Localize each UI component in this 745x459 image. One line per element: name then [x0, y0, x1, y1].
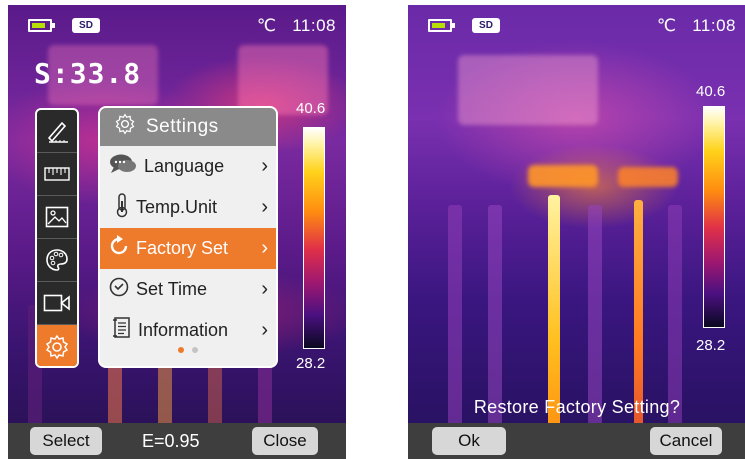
- page-dot: [192, 347, 199, 353]
- bottom-soft-key-bar: Ok Cancel: [408, 423, 745, 459]
- palette-icon[interactable]: [37, 239, 77, 282]
- menu-item-set-time[interactable]: Set Time ›: [100, 269, 276, 310]
- menu-item-label: Set Time: [136, 279, 208, 299]
- cancel-button[interactable]: Cancel: [650, 427, 722, 455]
- sd-card-icon: SD: [472, 18, 500, 33]
- scale-max-label: 40.6: [696, 83, 726, 100]
- temperature-unit: ℃: [656, 16, 676, 35]
- chevron-right-icon: ›: [261, 155, 268, 177]
- ok-button[interactable]: Ok: [432, 427, 506, 455]
- gear-icon: [114, 113, 136, 141]
- menu-item-label: Factory Set: [136, 238, 229, 258]
- chevron-right-icon: ›: [261, 196, 268, 218]
- select-button[interactable]: Select: [30, 427, 102, 455]
- menu-item-label: Temp.Unit: [136, 197, 218, 217]
- scale-max-label: 40.6: [296, 100, 326, 117]
- scale-min-label: 28.2: [296, 355, 326, 372]
- clock-time: 11:08: [292, 16, 336, 35]
- thermometer-icon: [114, 192, 130, 223]
- thermal-image: [408, 5, 745, 459]
- battery-icon: [28, 19, 55, 32]
- menu-item-label: Language: [144, 156, 225, 176]
- camera-screen-settings: SD ℃ 11:08 S:33.8 40.6 28.2 Settings Lan…: [8, 5, 346, 459]
- speech-bubble-icon: [108, 153, 138, 180]
- color-scale-bar: [303, 127, 325, 349]
- chevron-right-icon: ›: [261, 278, 268, 300]
- scale-min-label: 28.2: [696, 337, 726, 354]
- image-icon[interactable]: [37, 196, 77, 239]
- clock-icon: [108, 276, 130, 303]
- menu-item-factory-set[interactable]: Factory Set ›: [100, 228, 276, 269]
- measure-tool-icon[interactable]: [37, 110, 77, 153]
- sd-card-icon: SD: [72, 18, 100, 33]
- battery-icon: [428, 19, 455, 32]
- settings-menu-title: Settings: [146, 116, 219, 137]
- ruler-icon[interactable]: [37, 153, 77, 196]
- settings-menu-header: Settings: [100, 108, 276, 146]
- color-scale-bar: [703, 106, 725, 328]
- restore-factory-prompt: Restore Factory Setting?: [473, 397, 681, 417]
- clock-time: 11:08: [692, 16, 736, 35]
- menu-item-language[interactable]: Language ›: [100, 146, 276, 187]
- status-bar: SD ℃ 11:08: [408, 5, 745, 43]
- menu-item-temp-unit[interactable]: Temp.Unit ›: [100, 187, 276, 228]
- chevron-right-icon: ›: [261, 319, 268, 341]
- bottom-soft-key-bar: Select E=0.95 Close: [8, 423, 346, 459]
- mode-icon-column: [35, 108, 79, 368]
- status-bar: SD ℃ 11:08: [8, 5, 346, 43]
- emissivity-readout: E=0.95: [142, 431, 200, 451]
- camera-screen-restore-prompt: SD ℃ 11:08 40.6 28.2 Restore Factory Set…: [408, 5, 745, 459]
- reset-icon: [108, 235, 130, 262]
- chevron-right-icon: ›: [261, 237, 268, 259]
- close-button[interactable]: Close: [252, 427, 318, 455]
- menu-item-label: Information: [138, 320, 229, 340]
- settings-menu-panel: Settings Language › Temp.Unit › Factory …: [98, 106, 278, 368]
- temperature-unit: ℃: [256, 16, 276, 35]
- settings-icon[interactable]: [37, 325, 77, 366]
- page-indicator: [100, 340, 276, 358]
- spot-temperature-readout: S:33.8: [34, 57, 142, 90]
- page-dot-active: [177, 347, 184, 353]
- video-icon[interactable]: [37, 282, 77, 325]
